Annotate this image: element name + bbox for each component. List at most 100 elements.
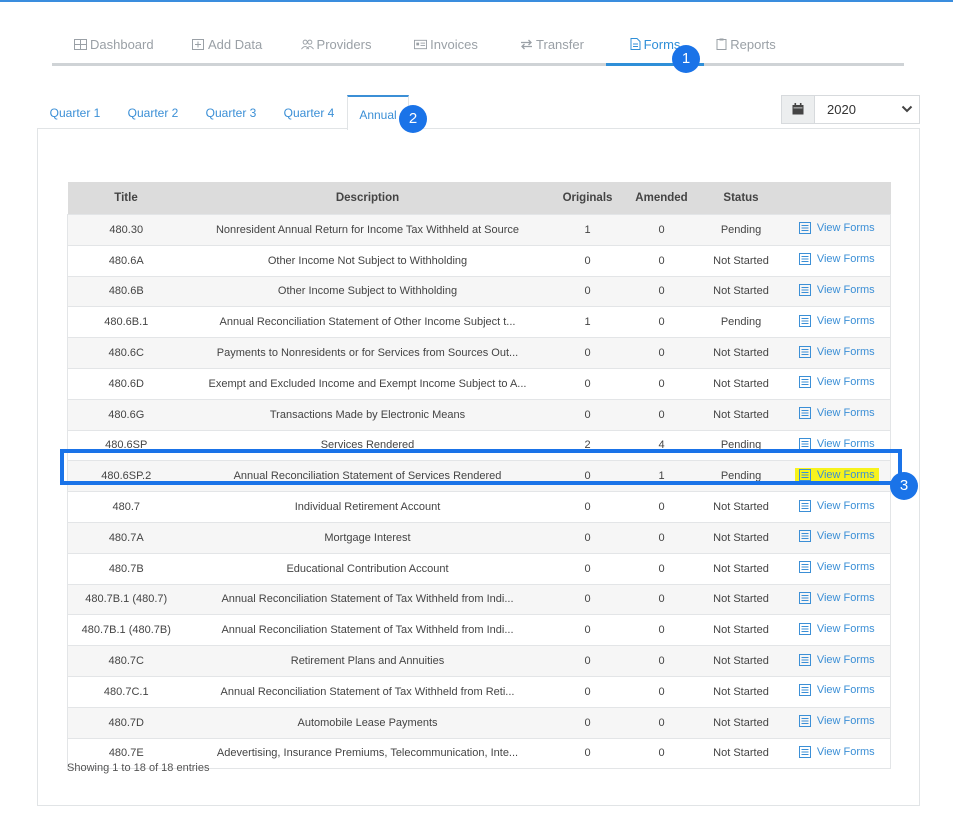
tab-invoices[interactable]: Invoices [414, 30, 478, 63]
view-forms-link[interactable]: View Forms [798, 622, 875, 635]
view-forms-label: View Forms [816, 376, 875, 389]
cell-originals: 0 [550, 275, 625, 307]
tab-transfer[interactable]: Transfer [520, 30, 584, 63]
view-forms-link[interactable]: View Forms [798, 222, 875, 235]
cell-actions: View Forms [783, 552, 891, 585]
cell-actions: View Forms [783, 583, 891, 615]
col-title[interactable]: Title [67, 182, 185, 215]
view-forms-link[interactable]: View Forms [798, 376, 875, 389]
cell-status: Not Started [698, 337, 784, 369]
cell-originals: 0 [550, 521, 625, 554]
cell-amended: 0 [624, 398, 699, 431]
cell-originals: 0 [550, 675, 625, 708]
view-forms-link[interactable]: View Forms [798, 745, 875, 758]
table-row: 480.7B Educational Contribution Account 0 0… [67, 552, 891, 585]
view-forms-link[interactable]: View Forms [798, 345, 875, 358]
cell-actions: View Forms [783, 706, 891, 739]
col-description[interactable]: Description [184, 182, 551, 215]
view-forms-link[interactable]: View Forms [798, 715, 875, 728]
document-list-icon [798, 222, 811, 235]
cell-amended: 0 [624, 675, 699, 708]
table-info: Showing 1 to 18 of 18 entries [67, 762, 210, 774]
cell-originals: 0 [550, 367, 625, 400]
document-list-icon [798, 715, 811, 728]
clipboard-icon [716, 38, 727, 50]
col-originals[interactable]: Originals [550, 182, 625, 215]
cell-amended: 0 [624, 583, 699, 615]
document-list-icon [798, 653, 811, 666]
cell-amended: 0 [624, 244, 699, 277]
tab-add-data[interactable]: Add Data [192, 30, 262, 63]
document-list-icon [798, 376, 811, 389]
view-forms-link[interactable]: View Forms [798, 561, 875, 574]
cell-amended: 0 [624, 214, 699, 246]
cell-description: Educational Contribution Account [184, 552, 551, 585]
tab-quarter-2[interactable]: Quarter 2 [121, 95, 185, 129]
cell-status: Not Started [698, 367, 784, 400]
table-header-row: Title Description Originals Amended Stat… [67, 182, 891, 215]
cell-actions: View Forms [783, 306, 891, 338]
view-forms-link[interactable]: View Forms [798, 653, 875, 666]
cell-description: Annual Reconciliation Statement of Other… [184, 306, 551, 338]
cell-description: Individual Retirement Account [184, 491, 551, 523]
col-amended[interactable]: Amended [624, 182, 699, 215]
top-accent-line [0, 0, 953, 2]
cell-actions: View Forms [783, 367, 891, 400]
file-icon [630, 38, 641, 50]
tab-dashboard[interactable]: Dashboard [74, 30, 154, 63]
cell-status: Pending [698, 214, 784, 246]
cell-status: Not Started [698, 614, 784, 646]
tab-label: Providers [316, 37, 372, 52]
document-list-icon [798, 622, 811, 635]
tab-providers[interactable]: Providers [300, 30, 372, 63]
cell-title: 480.7C [67, 645, 185, 677]
view-forms-link[interactable]: View Forms [798, 407, 875, 420]
view-forms-label: View Forms [816, 499, 875, 512]
year-select[interactable]: 2020 [781, 95, 920, 124]
cell-description: Adevertising, Insurance Premiums, Teleco… [184, 737, 551, 769]
cell-originals: 0 [550, 337, 625, 369]
cell-title: 480.6B [67, 275, 185, 307]
cell-originals: 0 [550, 583, 625, 615]
cell-actions: View Forms [783, 244, 891, 277]
cell-description: Transactions Made by Electronic Means [184, 398, 551, 431]
cell-actions: View Forms [783, 275, 891, 307]
col-status[interactable]: Status [698, 182, 784, 215]
calendar-addon [782, 96, 815, 123]
tabs-track [52, 63, 904, 66]
tab-reports[interactable]: Reports [714, 30, 778, 63]
document-list-icon [798, 499, 811, 512]
cell-title: 480.7B.1 (480.7B) [67, 614, 185, 646]
table-row: 480.6B.1 Annual Reconciliation Statement … [67, 306, 891, 338]
tab-quarter-4[interactable]: Quarter 4 [277, 95, 341, 129]
view-forms-link[interactable]: View Forms [798, 253, 875, 266]
cell-amended: 0 [624, 614, 699, 646]
cell-description: Annual Reconciliation Statement of Tax W… [184, 675, 551, 708]
view-forms-label: View Forms [816, 222, 875, 235]
tab-quarter-1[interactable]: Quarter 1 [43, 95, 107, 129]
tab-label: Add Data [208, 37, 263, 52]
cell-status: Not Started [698, 706, 784, 739]
cell-actions: View Forms [783, 214, 891, 246]
tab-label: Transfer [536, 37, 584, 52]
view-forms-link[interactable]: View Forms [798, 530, 875, 543]
cell-description: Exempt and Excluded Income and Exempt In… [184, 367, 551, 400]
cell-status: Not Started [698, 552, 784, 585]
view-forms-link[interactable]: View Forms [798, 684, 875, 697]
cell-status: Not Started [698, 675, 784, 708]
cell-status: Not Started [698, 275, 784, 307]
view-forms-link[interactable]: View Forms [798, 314, 875, 327]
cell-title: 480.6G [67, 398, 185, 431]
users-icon [300, 39, 314, 50]
document-list-icon [798, 745, 811, 758]
cell-title: 480.7D [67, 706, 185, 739]
view-forms-label: View Forms [816, 684, 875, 697]
view-forms-link[interactable]: View Forms [798, 591, 875, 604]
document-list-icon [798, 314, 811, 327]
tab-quarter-3[interactable]: Quarter 3 [199, 95, 263, 129]
cell-originals: 1 [550, 214, 625, 246]
view-forms-link[interactable]: View Forms [798, 499, 875, 512]
view-forms-link[interactable]: View Forms [798, 283, 875, 296]
cell-actions: View Forms [783, 337, 891, 369]
view-forms-label: View Forms [816, 561, 875, 574]
